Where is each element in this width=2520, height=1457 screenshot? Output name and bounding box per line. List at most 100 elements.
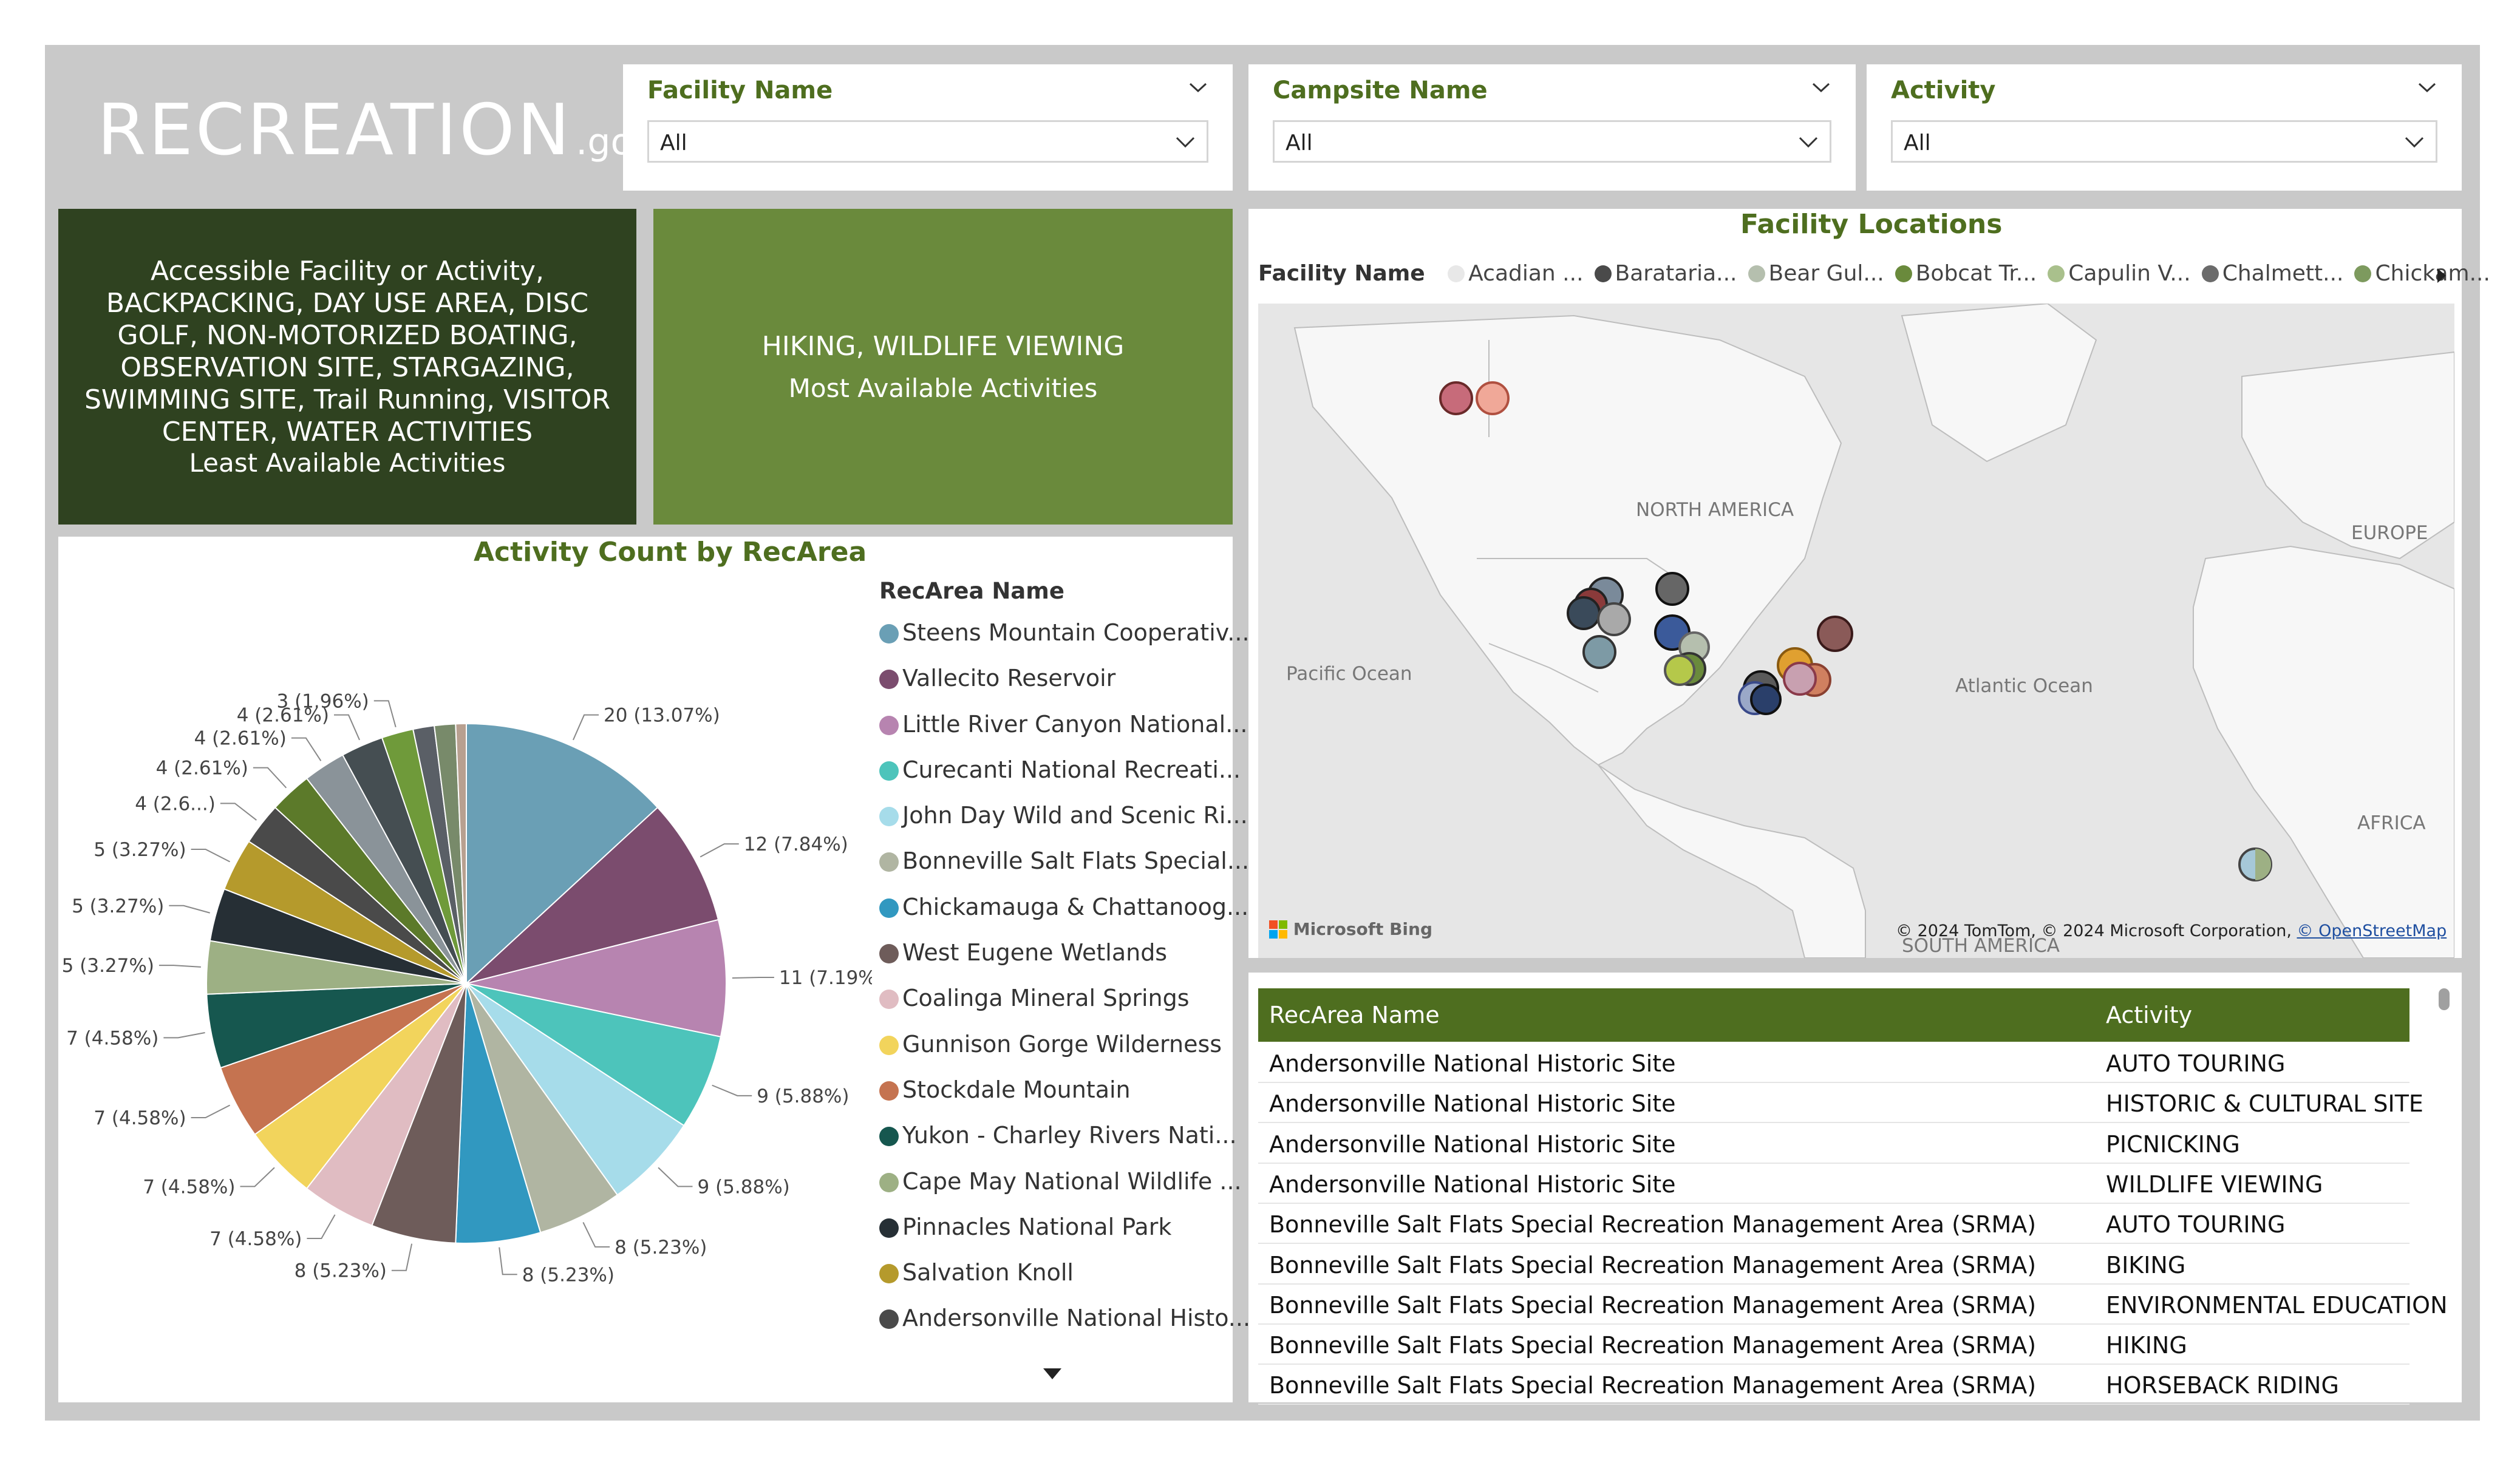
legend-item-label: Pinnacles National Park xyxy=(902,1213,1172,1240)
facility-name-slicer[interactable]: Facility Name All xyxy=(623,64,1233,191)
map-legend-item-label: Acadian ... xyxy=(1468,261,1584,286)
leader-line xyxy=(582,1222,610,1248)
chevron-down-icon[interactable] xyxy=(1811,78,1831,98)
campsite-name-slicer[interactable]: Campsite Name All xyxy=(1248,64,1856,191)
legend-dot-icon xyxy=(879,715,899,735)
chevron-down-icon[interactable] xyxy=(1798,133,1819,151)
legend-dot-icon xyxy=(879,1309,899,1330)
legend-item-label: Gunnison Gorge Wilderness xyxy=(902,1030,1222,1058)
legend-item[interactable]: Little River Canyon National... xyxy=(879,705,1247,750)
legend-item[interactable]: John Day Wild and Scenic Ri... xyxy=(879,796,1248,841)
legend-item[interactable]: West Eugene Wetlands xyxy=(879,933,1219,979)
openstreetmap-link[interactable]: © OpenStreetMap xyxy=(2297,922,2447,940)
legend-item[interactable]: Salvation Knoll xyxy=(879,1253,1219,1299)
data-label: 5 (3.27%) xyxy=(94,839,186,861)
map-legend-item[interactable]: Acadian ... xyxy=(1448,261,1584,286)
map-legend-item-label: Chickam... xyxy=(2375,261,2490,286)
table-scrollbar[interactable] xyxy=(2439,988,2450,1010)
chevron-down-icon[interactable] xyxy=(2417,78,2437,98)
table-row[interactable]: Bonneville Salt Flats Special Recreation… xyxy=(1258,1365,2409,1405)
data-label: 11 (7.19%) xyxy=(779,967,872,989)
cell-recarea: Andersonville National Historic Site xyxy=(1269,1090,1676,1118)
map-legend-item[interactable]: Barataria... xyxy=(1594,261,1737,286)
legend-item[interactable]: Coalinga Mineral Springs xyxy=(879,979,1219,1024)
cell-recarea: Bonneville Salt Flats Special Recreation… xyxy=(1269,1291,2037,1319)
map-points[interactable] xyxy=(1258,304,2454,958)
leader-line xyxy=(163,1032,205,1039)
legend-item[interactable]: Curecanti National Recreati... xyxy=(879,750,1241,796)
data-label: 7 (4.58%) xyxy=(94,1107,186,1129)
map-legend-item-label: Capulin V... xyxy=(2068,261,2191,286)
campsite-name-dropdown[interactable]: All xyxy=(1273,120,1831,163)
leader-line xyxy=(373,700,397,727)
legend-item[interactable]: Chickamauga & Chattanoog... xyxy=(879,888,1248,933)
map-legend-item[interactable]: Chickam... xyxy=(2354,261,2490,286)
cell-recarea: Andersonville National Historic Site xyxy=(1269,1050,1676,1077)
cell-activity: AUTO TOURING xyxy=(2106,1050,2286,1077)
map-point-half xyxy=(2255,849,2271,880)
chevron-down-icon[interactable] xyxy=(1188,78,1208,98)
activity-dropdown[interactable]: All xyxy=(1891,120,2437,163)
column-header-activity[interactable]: Activity xyxy=(2106,1002,2192,1028)
activity-slicer[interactable]: Activity All xyxy=(1867,64,2462,191)
chevron-down-icon[interactable] xyxy=(2404,133,2425,151)
most-available-value: HIKING, WILDLIFE VIEWING xyxy=(761,330,1125,362)
data-label: 7 (4.58%) xyxy=(209,1228,302,1250)
table-row[interactable]: Andersonville National Historic Site WILD… xyxy=(1258,1164,2409,1204)
legend-item[interactable]: Gunnison Gorge Wilderness xyxy=(879,1025,1222,1070)
leader-line xyxy=(658,1167,693,1187)
legend-item[interactable]: Yukon - Charley Rivers Nati... xyxy=(879,1116,1237,1161)
column-header-recarea[interactable]: RecArea Name xyxy=(1269,1002,1440,1028)
legend-item[interactable]: Andersonville National Histo... xyxy=(879,1299,1250,1344)
map-legend-item[interactable]: Bobcat Tr... xyxy=(1895,261,2037,286)
data-label: 20 (13.07%) xyxy=(604,705,720,727)
microsoft-logo-icon xyxy=(1269,920,1287,939)
table-row[interactable]: Andersonville National Historic Site PICN… xyxy=(1258,1124,2409,1164)
legend-item[interactable]: Pinnacles National Park xyxy=(879,1207,1219,1253)
facility-map[interactable]: NORTH AMERICA EUROPE Pacific Ocean Atlan… xyxy=(1258,304,2454,958)
chevron-down-icon[interactable] xyxy=(1175,133,1196,151)
table-row[interactable]: Andersonville National Historic Site AUTO… xyxy=(1258,1043,2409,1083)
legend-item-label: Salvation Knoll xyxy=(902,1259,1074,1286)
legend-item-label: Coalinga Mineral Springs xyxy=(902,985,1190,1012)
legend-dot-icon xyxy=(2354,265,2372,282)
slicer-title: Campsite Name xyxy=(1273,76,1488,104)
slicer-title: Facility Name xyxy=(647,76,833,104)
legend-item-label: Bonneville Salt Flats Special... xyxy=(902,847,1250,875)
legend-scroll-down-icon[interactable] xyxy=(1043,1368,1061,1379)
map-legend-item[interactable]: Capulin V... xyxy=(2048,261,2191,286)
map-legend-item[interactable]: Chalmett... xyxy=(2201,261,2343,286)
table-row[interactable]: Bonneville Salt Flats Special Recreation… xyxy=(1258,1204,2409,1245)
table-row[interactable]: Andersonville National Historic Site HIST… xyxy=(1258,1083,2423,1124)
facility-name-dropdown[interactable]: All xyxy=(647,120,1208,163)
legend-item[interactable]: Stockdale Mountain xyxy=(879,1070,1219,1116)
table-row[interactable]: Bonneville Salt Flats Special Recreation… xyxy=(1258,1245,2409,1285)
legend-item-label: Vallecito Reservoir xyxy=(902,665,1116,692)
table-row[interactable]: Bonneville Salt Flats Special Recreation… xyxy=(1258,1285,2448,1325)
legend-item-label: Andersonville National Histo... xyxy=(902,1305,1251,1332)
table-header[interactable]: RecArea Name Activity xyxy=(1258,988,2409,1042)
leader-line xyxy=(307,1214,336,1239)
legend-dot-icon xyxy=(879,624,899,644)
legend-next-icon[interactable] xyxy=(2435,267,2448,284)
cell-activity: ENVIRONMENTAL EDUCATION xyxy=(2106,1291,2448,1319)
leader-line xyxy=(391,1243,413,1271)
activity-count-pie-chart[interactable]: 20 (13.07%) 12 (7.84%) 11 (7.19%) 9 (5.88%)… xyxy=(58,644,872,1311)
legend-dot-icon xyxy=(879,898,899,918)
leader-line xyxy=(712,1084,752,1096)
data-label: 9 (5.88%) xyxy=(698,1176,790,1198)
legend-item[interactable]: Cape May National Wildlife ... xyxy=(879,1162,1242,1207)
leader-line xyxy=(499,1247,517,1275)
bing-attribution: Microsoft Bing xyxy=(1269,919,1432,939)
least-available-card: Accessible Facility or Activity, BACKPAC… xyxy=(58,209,636,525)
legend-item[interactable]: Bonneville Salt Flats Special... xyxy=(879,841,1249,887)
legend-item[interactable]: Steens Mountain Cooperativ... xyxy=(879,613,1250,659)
map-legend-item-label: Bobcat Tr... xyxy=(1915,261,2037,286)
map-legend-item[interactable]: Bear Gul... xyxy=(1748,261,1884,286)
data-label: 4 (2.61%) xyxy=(156,758,248,779)
table-row[interactable]: Bonneville Salt Flats Special Recreation… xyxy=(1258,1325,2409,1365)
legend-dot-icon xyxy=(1895,265,1912,282)
pie-legend: Steens Mountain Cooperativ... Vallecito R… xyxy=(879,613,1250,1345)
legend-item[interactable]: Vallecito Reservoir xyxy=(879,659,1219,704)
map-point xyxy=(1655,572,1689,606)
